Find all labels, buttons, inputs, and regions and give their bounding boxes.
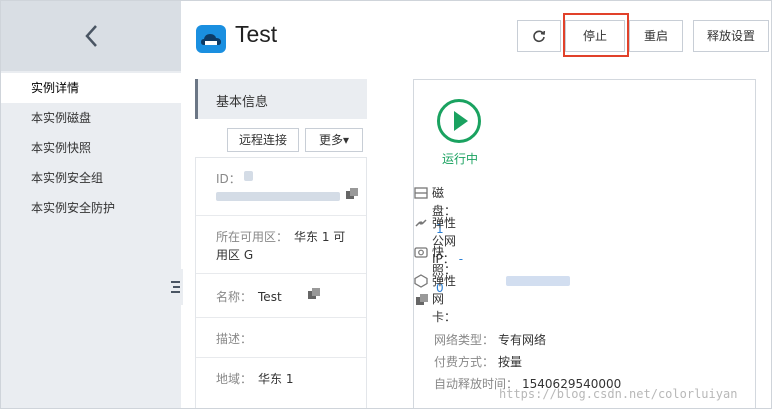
name-value: Test — [258, 290, 282, 304]
watermark: https://blog.csdn.net/colorluiyan — [499, 387, 738, 401]
console-window: 实例详情 本实例磁盘 本实例快照 本实例安全组 本实例安全防护 Test 停止 … — [0, 0, 772, 409]
eip-value: - — [458, 252, 464, 266]
tab-basic-info[interactable]: 基本信息 — [195, 79, 367, 119]
sidebar-item-security-protection[interactable]: 本实例安全防护 — [1, 193, 181, 223]
snapshot-icon — [414, 245, 428, 259]
sidebar: 实例详情 本实例磁盘 本实例快照 本实例安全组 本实例安全防护 — [1, 1, 181, 408]
zone-field: 所在可用区： 华东 1 可 用区 G — [196, 216, 366, 274]
eni-label: 弹性网卡： — [432, 274, 457, 324]
eni-redacted-value — [506, 276, 570, 286]
edit-name-icon[interactable] — [308, 288, 320, 300]
status-panel: 运行中 磁盘：1 弹性公网IP： - 快照：0 弹性网卡： 网络类型： 专有网络… — [413, 79, 756, 408]
zone-value-line2: 用区 G — [216, 248, 254, 262]
status-text: 运行中 — [442, 152, 479, 166]
back-icon[interactable] — [81, 23, 103, 49]
remote-connect-button[interactable]: 远程连接 — [227, 128, 299, 152]
collapse-icon — [171, 281, 180, 293]
name-field: 名称： Test — [196, 274, 366, 318]
eip-icon — [414, 216, 428, 230]
sidebar-item-disks[interactable]: 本实例磁盘 — [1, 103, 181, 133]
sidebar-item-instance-details[interactable]: 实例详情 — [1, 73, 181, 103]
network-type-value: 专有网络 — [498, 333, 547, 347]
tab-basic-info-label: 基本信息 — [216, 95, 269, 110]
sidebar-nav: 实例详情 本实例磁盘 本实例快照 本实例安全组 本实例安全防护 — [1, 73, 181, 223]
region-line: 地域： 华东 1 — [216, 370, 293, 387]
stop-button-highlight — [563, 13, 629, 57]
page-title: Test — [235, 21, 278, 47]
region-field: 地域： 华东 1 — [196, 358, 366, 398]
zone-label: 所在可用区： — [216, 230, 289, 244]
disk-icon — [414, 186, 428, 200]
refresh-button[interactable] — [517, 20, 561, 52]
copy-eni-icon[interactable] — [416, 294, 428, 306]
copy-icon[interactable] — [346, 188, 358, 200]
restart-button[interactable]: 重启 — [629, 20, 683, 52]
network-card-icon — [414, 274, 428, 288]
sidebar-item-snapshots[interactable]: 本实例快照 — [1, 133, 181, 163]
billing-row: 付费方式： 按量 — [434, 352, 522, 372]
billing-label: 付费方式： — [434, 355, 495, 369]
running-play-icon — [436, 98, 482, 144]
instance-cloud-logo-icon — [196, 25, 226, 53]
id-field: ID： — [196, 158, 366, 216]
zone-line-1: 所在可用区： 华东 1 可 — [216, 228, 345, 245]
billing-value: 按量 — [498, 355, 523, 369]
more-dropdown-button[interactable]: 更多▾ — [305, 128, 363, 152]
id-redacted-prefix — [244, 171, 253, 181]
name-line: 名称： Test — [216, 288, 282, 305]
sidebar-item-security-groups[interactable]: 本实例安全组 — [1, 163, 181, 193]
region-value: 华东 1 — [258, 372, 294, 386]
name-label: 名称： — [216, 290, 253, 304]
network-type-label: 网络类型： — [434, 333, 495, 347]
basic-info-card: ID： 所在可用区： 华东 1 可 用区 G 名称： Test 描述： 地域： … — [195, 157, 367, 408]
region-label: 地域： — [216, 372, 253, 386]
sidebar-header — [1, 1, 181, 71]
zone-value-line1: 华东 1 可 — [294, 230, 346, 244]
basic-info-column: 基本信息 远程连接 更多▾ ID： 所在可用区： 华东 1 可 用区 G 名称：… — [195, 79, 367, 408]
sidebar-collapse-handle[interactable] — [167, 269, 183, 305]
refresh-icon — [533, 30, 546, 43]
id-label: ID： — [216, 172, 241, 186]
id-redacted-value — [216, 192, 340, 201]
description-field: 描述： — [196, 318, 366, 358]
release-settings-button[interactable]: 释放设置 — [693, 20, 769, 52]
description-label: 描述： — [216, 332, 253, 346]
network-type-row: 网络类型： 专有网络 — [434, 330, 546, 350]
